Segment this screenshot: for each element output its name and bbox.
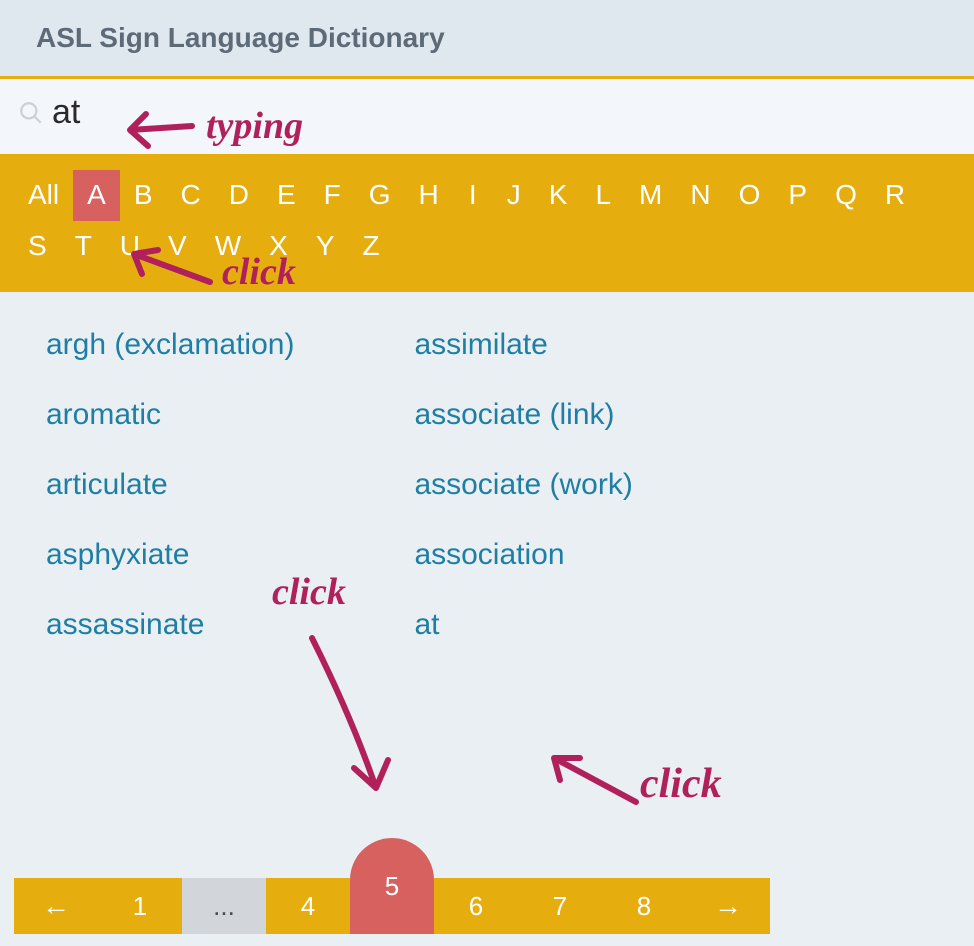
search-icon <box>18 100 44 126</box>
alpha-letter-p[interactable]: P <box>774 170 821 221</box>
word-link[interactable]: aromatic <box>46 398 294 432</box>
pager-current[interactable]: 5 <box>350 838 434 934</box>
search-bar[interactable] <box>0 79 974 154</box>
pager-page[interactable]: 4 <box>266 878 350 934</box>
word-link[interactable]: at <box>414 608 632 642</box>
word-link[interactable]: associate (work) <box>414 468 632 502</box>
alpha-letter-y[interactable]: Y <box>302 221 349 272</box>
page-title: ASL Sign Language Dictionary <box>36 22 938 54</box>
alpha-all[interactable]: All <box>14 170 73 221</box>
annotation-arrow <box>540 750 650 830</box>
alpha-letter-f[interactable]: F <box>310 170 355 221</box>
pager-prev[interactable]: ← <box>14 878 98 934</box>
alpha-letter-j[interactable]: J <box>493 170 535 221</box>
alpha-letter-g[interactable]: G <box>355 170 405 221</box>
alpha-letter-v[interactable]: V <box>154 221 201 272</box>
word-link[interactable]: assassinate <box>46 608 294 642</box>
alpha-letter-w[interactable]: W <box>201 221 255 272</box>
annotation-arrow <box>292 628 412 818</box>
pager-page[interactable]: 8 <box>602 878 686 934</box>
alpha-letter-z[interactable]: Z <box>349 221 394 272</box>
alpha-letter-a[interactable]: A <box>73 170 120 221</box>
search-input[interactable] <box>52 93 172 132</box>
alpha-letter-d[interactable]: D <box>215 170 263 221</box>
alpha-letter-c[interactable]: C <box>167 170 215 221</box>
alpha-letter-r[interactable]: R <box>871 170 919 221</box>
alpha-letter-s[interactable]: S <box>14 221 61 272</box>
word-link[interactable]: assimilate <box>414 328 632 362</box>
alpha-letter-h[interactable]: H <box>405 170 453 221</box>
results-list: argh (exclamation) aromatic articulate asph… <box>0 292 974 652</box>
pager-page[interactable]: 6 <box>434 878 518 934</box>
alpha-letter-e[interactable]: E <box>263 170 310 221</box>
alpha-letter-m[interactable]: M <box>625 170 676 221</box>
alpha-letter-t[interactable]: T <box>61 221 106 272</box>
alpha-letter-o[interactable]: O <box>725 170 775 221</box>
word-link[interactable]: association <box>414 538 632 572</box>
alpha-letter-i[interactable]: I <box>453 170 493 221</box>
pager-page[interactable]: 1 <box>98 878 182 934</box>
word-link[interactable]: associate (link) <box>414 398 632 432</box>
annotation-click: click <box>640 760 722 808</box>
word-link[interactable]: argh (exclamation) <box>46 328 294 362</box>
alphabet-filter: AllABCDEFGHIJKLMNOPQR STUVWXYZ <box>0 154 974 292</box>
alpha-letter-l[interactable]: L <box>581 170 625 221</box>
word-link[interactable]: asphyxiate <box>46 538 294 572</box>
pagination: ←1...45678→ <box>14 852 770 934</box>
alpha-letter-k[interactable]: K <box>535 170 582 221</box>
alpha-letter-u[interactable]: U <box>106 221 154 272</box>
word-link[interactable]: articulate <box>46 468 294 502</box>
alpha-letter-q[interactable]: Q <box>821 170 871 221</box>
alpha-letter-n[interactable]: N <box>676 170 724 221</box>
alpha-letter-b[interactable]: B <box>120 170 167 221</box>
pager-ellipsis: ... <box>182 878 266 934</box>
pager-next[interactable]: → <box>686 878 770 934</box>
pager-page[interactable]: 7 <box>518 878 602 934</box>
header: ASL Sign Language Dictionary <box>0 0 974 79</box>
alpha-letter-x[interactable]: X <box>255 221 302 272</box>
